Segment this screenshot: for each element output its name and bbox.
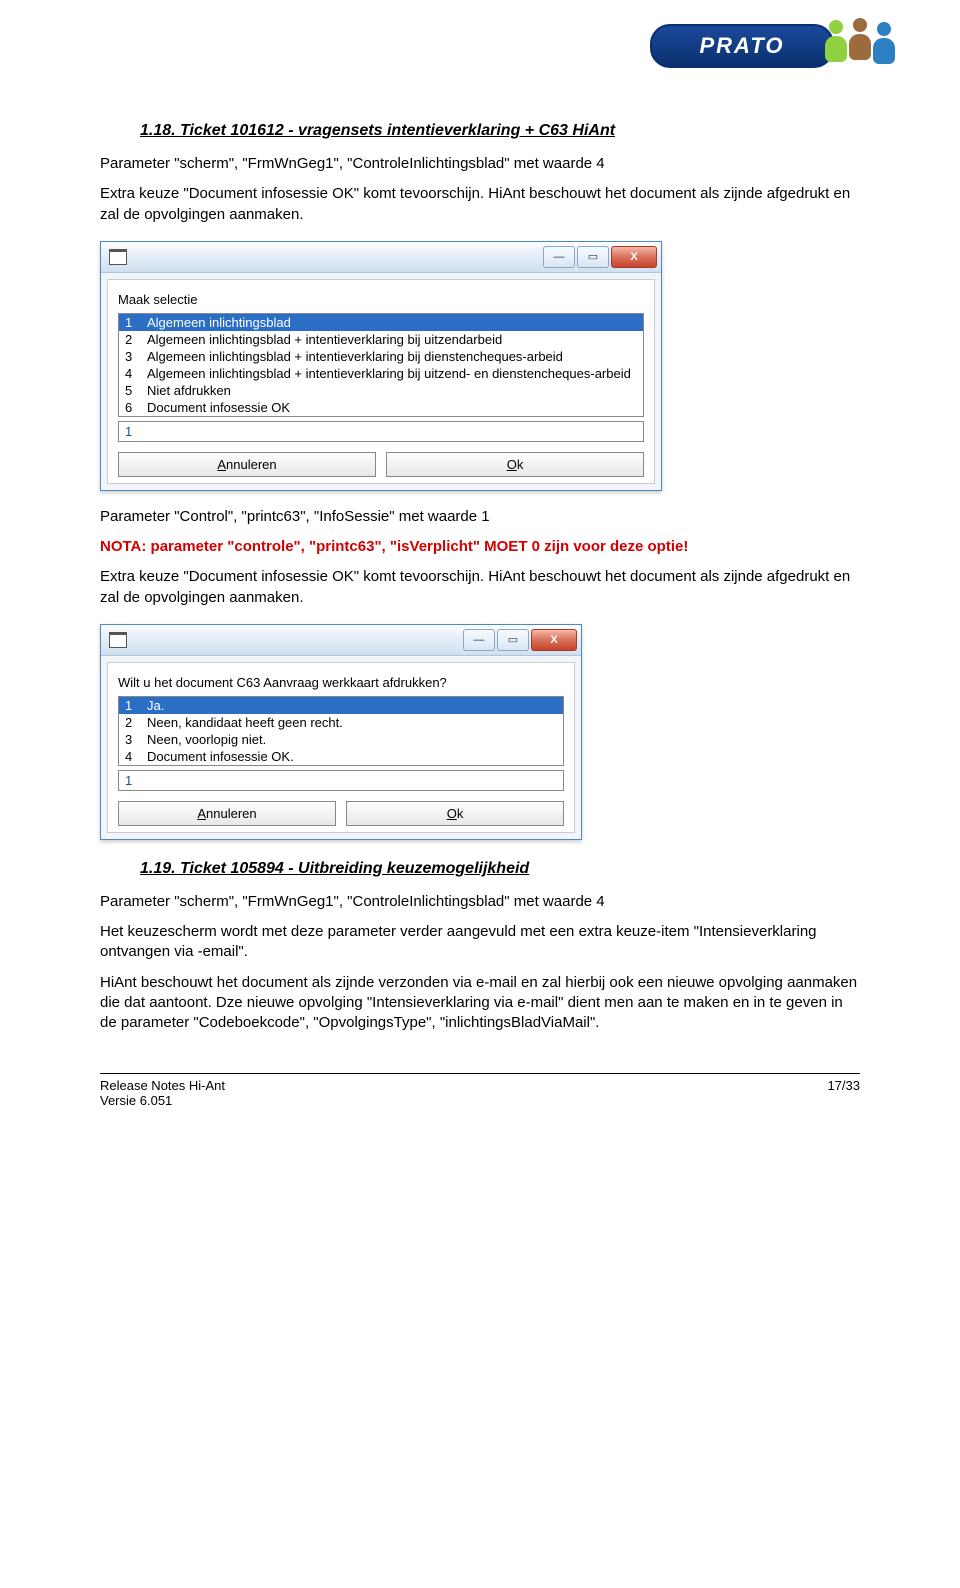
minimize-button[interactable]: —	[543, 246, 575, 268]
footer-left: Release Notes Hi-Ant Versie 6.051	[100, 1078, 225, 1108]
titlebar: — ▭ X	[101, 625, 581, 656]
section-118-p4: Extra keuze "Document infosessie OK" kom…	[100, 567, 860, 608]
list-item: 2Neen, kandidaat heeft geen recht.	[119, 714, 563, 731]
cancel-button[interactable]: Annuleren	[118, 801, 336, 826]
dialog-c63-afdrukken: — ▭ X Wilt u het document C63 Aanvraag w…	[100, 624, 582, 840]
app-icon	[109, 249, 127, 265]
dialog2-label: Wilt u het document C63 Aanvraag werkkaa…	[118, 675, 564, 690]
maximize-button[interactable]: ▭	[497, 629, 529, 651]
footer-page: 17/33	[827, 1078, 860, 1108]
maximize-button[interactable]: ▭	[577, 246, 609, 268]
titlebar: — ▭ X	[101, 242, 661, 273]
brand-name: PRATO	[650, 24, 834, 68]
section-119-p3: HiAnt beschouwt het document als zijnde …	[100, 973, 860, 1034]
dialog2-input[interactable]: 1	[118, 770, 564, 791]
dialog2-list[interactable]: 1Ja. 2Neen, kandidaat heeft geen recht. …	[118, 696, 564, 766]
list-item: 2Algemeen inlichtingsblad + intentieverk…	[119, 331, 643, 348]
close-button[interactable]: X	[611, 246, 657, 268]
dialog1-label: Maak selectie	[118, 292, 644, 307]
minimize-button[interactable]: —	[463, 629, 495, 651]
cancel-button[interactable]: Annuleren	[118, 452, 376, 477]
list-item: 3Neen, voorlopig niet.	[119, 731, 563, 748]
list-item: 4Document infosessie OK.	[119, 748, 563, 765]
list-item: 6Document infosessie OK	[119, 399, 643, 416]
dialog1-list[interactable]: 1Algemeen inlichtingsblad 2Algemeen inli…	[118, 313, 644, 417]
section-118-nota: NOTA: parameter "controle", "printc63", …	[100, 537, 860, 557]
section-119-heading: 1.19. Ticket 105894 - Uitbreiding keuzem…	[140, 860, 860, 878]
ok-button[interactable]: Ok	[346, 801, 564, 826]
dialog-maak-selectie: — ▭ X Maak selectie 1Algemeen inlichting…	[100, 241, 662, 491]
list-item: 5Niet afdrukken	[119, 382, 643, 399]
section-118-p1: Parameter "scherm", "FrmWnGeg1", "Contro…	[100, 154, 860, 174]
section-119-p2: Het keuzescherm wordt met deze parameter…	[100, 922, 860, 963]
close-button[interactable]: X	[531, 629, 577, 651]
list-item: 4Algemeen inlichtingsblad + intentieverk…	[119, 365, 643, 382]
list-item: 3Algemeen inlichtingsblad + intentieverk…	[119, 348, 643, 365]
section-118-p3: Parameter "Control", "printc63", "InfoSe…	[100, 507, 860, 527]
brand-people-icon	[820, 12, 900, 72]
list-item: 1Algemeen inlichtingsblad	[119, 314, 643, 331]
section-118-heading: 1.18. Ticket 101612 - vragensets intenti…	[140, 122, 860, 140]
section-118-p2: Extra keuze "Document infosessie OK" kom…	[100, 184, 860, 225]
ok-button[interactable]: Ok	[386, 452, 644, 477]
section-119-p1: Parameter "scherm", "FrmWnGeg1", "Contro…	[100, 892, 860, 912]
list-item: 1Ja.	[119, 697, 563, 714]
dialog1-input[interactable]: 1	[118, 421, 644, 442]
brand-logo: PRATO	[650, 12, 900, 72]
app-icon	[109, 632, 127, 648]
